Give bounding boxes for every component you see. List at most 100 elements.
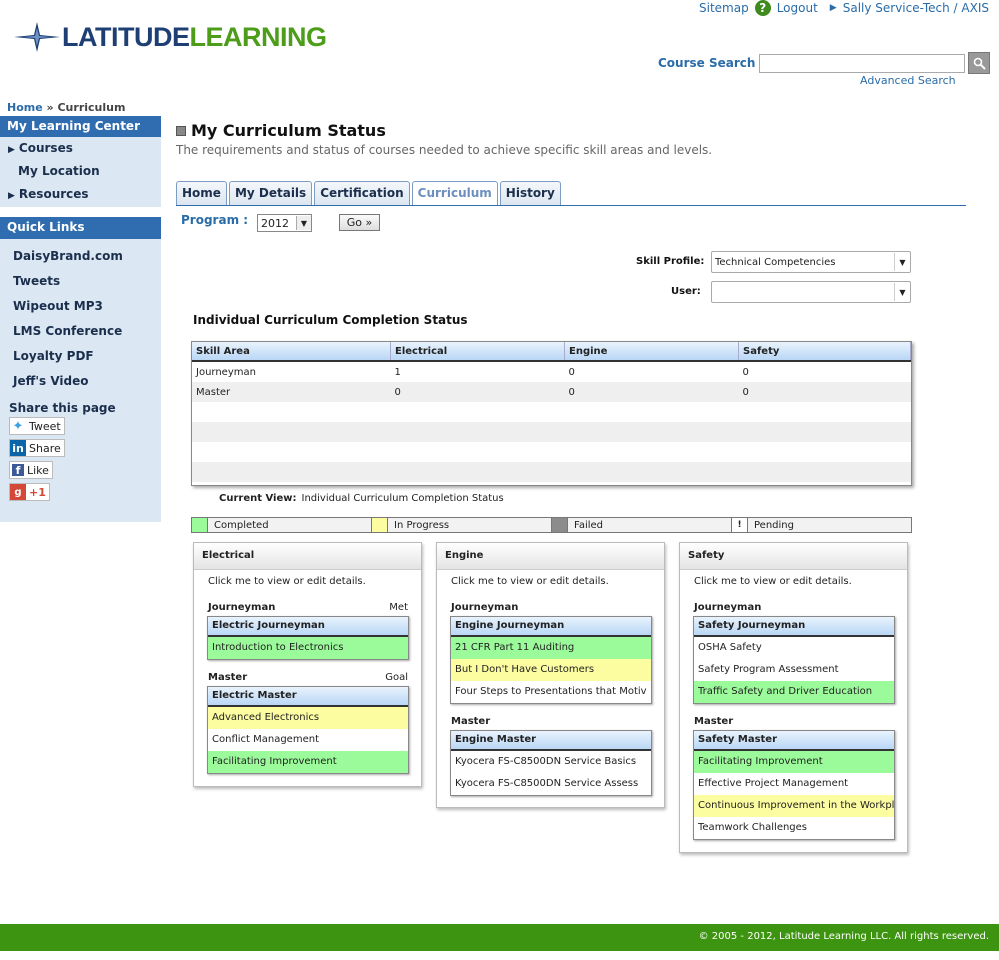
level-header: Journeyman [680, 602, 907, 614]
course-search: Course Search [658, 52, 991, 74]
grid-cell: 0 [742, 366, 749, 378]
tweet-label: Tweet [29, 419, 61, 433]
legend-item-in-progress: In Progress [372, 518, 552, 532]
tab-home[interactable]: Home [176, 181, 227, 205]
list-item[interactable]: 21 CFR Part 11 Auditing [451, 637, 651, 659]
list-item[interactable]: Teamwork Challenges [694, 817, 894, 839]
logo-text-latitude: LATITUDE [62, 21, 190, 52]
tab-my-details[interactable]: My Details [228, 181, 313, 205]
panel-title: Safety [680, 543, 907, 570]
quick-link-wipeout-mp3[interactable]: Wipeout MP3 [0, 294, 161, 319]
breadcrumb-home[interactable]: Home [7, 101, 43, 114]
legend-item-completed: Completed [192, 518, 372, 532]
level-status: Met [389, 602, 408, 613]
gplus-label: +1 [29, 485, 46, 499]
quick-link-lms-conference[interactable]: LMS Conference [0, 319, 161, 344]
sidebar-item-my-location[interactable]: My Location [0, 160, 161, 183]
list-item[interactable]: Conflict Management [208, 729, 408, 751]
list-item[interactable]: Four Steps to Presentations that Motiv [451, 681, 651, 703]
level-header: Master [437, 716, 664, 728]
skill-profile-select[interactable]: Technical Competencies ▼ [711, 251, 911, 273]
collapse-icon[interactable] [176, 125, 186, 136]
course-list-title: Electric Master [208, 687, 408, 707]
go-button[interactable]: Go » [339, 214, 380, 231]
current-view-value: Individual Curriculum Completion Status [301, 493, 504, 504]
legend-label: Completed [214, 519, 269, 531]
skill-profile-label: Skill Profile: [636, 256, 705, 267]
help-icon[interactable]: ? [754, 0, 771, 16]
sidebar-item-resources[interactable]: ▶ Resources [0, 183, 161, 206]
panel-safety[interactable]: Safety Click me to view or edit details.… [679, 542, 908, 853]
grid-column-header[interactable]: Engine [564, 342, 739, 362]
list-item[interactable]: Continuous Improvement in the Workpl [694, 795, 894, 817]
level-header: Master Goal [194, 672, 421, 684]
course-list-title: Engine Journeyman [451, 617, 651, 637]
list-item[interactable]: But I Don't Have Customers [451, 659, 651, 681]
grid-cell: 0 [738, 382, 911, 402]
advanced-search-link[interactable]: Advanced Search [860, 74, 956, 87]
panel-hint[interactable]: Click me to view or edit details. [680, 570, 907, 590]
facebook-like-button[interactable]: f Like [9, 461, 53, 479]
panel-hint[interactable]: Click me to view or edit details. [437, 570, 664, 590]
linkedin-share-button[interactable]: in Share [9, 439, 65, 457]
list-item[interactable]: OSHA Safety [694, 637, 894, 659]
level-name: Journeyman [451, 602, 519, 613]
level-header: Master [680, 716, 907, 728]
facebook-icon: f [12, 464, 24, 477]
user-link[interactable]: Sally Service-Tech / AXIS [843, 1, 989, 15]
grid-column-header[interactable]: Skill Area [192, 342, 391, 362]
current-view-label: Current View: [219, 493, 297, 504]
panel-electrical[interactable]: Electrical Click me to view or edit deta… [193, 542, 422, 787]
logo[interactable]: LATITUDE LEARNING [12, 20, 327, 54]
list-item[interactable]: Effective Project Management [694, 773, 894, 795]
quick-link-tweets[interactable]: Tweets [0, 269, 161, 294]
level-header: Journeyman Met [194, 602, 421, 614]
list-item[interactable]: Introduction to Electronics [208, 637, 408, 659]
google-plus-button[interactable]: g +1 [9, 483, 50, 501]
sitemap-link[interactable]: Sitemap [699, 1, 749, 15]
program-label: Program : [181, 213, 249, 227]
twitter-bird-icon: ✦ [12, 418, 24, 434]
grid-column-header[interactable]: Electrical [390, 342, 565, 362]
sidebar-item-label: Resources [18, 187, 89, 201]
tab-divider [176, 205, 966, 206]
chevron-down-icon: ▼ [894, 283, 910, 301]
linkedin-icon: in [10, 440, 26, 456]
quick-link-jeffs-video[interactable]: Jeff's Video [0, 369, 161, 394]
list-item[interactable]: Advanced Electronics [208, 707, 408, 729]
list-item[interactable]: Safety Program Assessment [694, 659, 894, 681]
chevron-down-icon: ▼ [296, 216, 311, 230]
logo-text-learning: LEARNING [189, 21, 327, 52]
quick-link-daisybrand[interactable]: DaisyBrand.com [0, 244, 161, 269]
tweet-button[interactable]: ✦ Tweet [9, 417, 65, 435]
grid-cell: 0 [390, 382, 565, 402]
grid-cell: Journeyman [196, 366, 256, 378]
google-plus-icon: g [10, 484, 26, 500]
tab-certification[interactable]: Certification [314, 181, 410, 205]
grid-column-header[interactable]: Safety [738, 342, 911, 362]
panel-engine[interactable]: Engine Click me to view or edit details.… [436, 542, 665, 808]
course-search-input[interactable] [759, 53, 966, 73]
course-list: Safety Journeyman OSHA Safety Safety Pro… [693, 616, 895, 704]
user-select[interactable]: ▼ [711, 281, 911, 303]
list-item[interactable]: Traffic Safety and Driver Education [694, 681, 894, 703]
list-item[interactable]: Kyocera FS-C8500DN Service Basics [451, 751, 651, 773]
my-learning-center-title[interactable]: My Learning Center [0, 116, 161, 137]
table-row[interactable]: Master 0 0 0 [192, 382, 911, 402]
program-select[interactable]: 2012 ▼ [257, 214, 312, 232]
sidebar-item-courses[interactable]: ▶ Courses [0, 137, 161, 160]
legend-label: Pending [754, 519, 794, 531]
tab-history[interactable]: History [499, 181, 561, 205]
quick-link-loyalty-pdf[interactable]: Loyalty PDF [0, 344, 161, 369]
my-learning-center-panel: My Learning Center ▶ Courses My Location … [0, 116, 161, 207]
tab-curriculum[interactable]: Curriculum [411, 181, 498, 205]
logout-link[interactable]: Logout [777, 1, 818, 15]
search-button[interactable] [968, 52, 991, 74]
panel-hint[interactable]: Click me to view or edit details. [194, 570, 421, 590]
list-item[interactable]: Facilitating Improvement [694, 751, 894, 773]
list-item[interactable]: Kyocera FS-C8500DN Service Assess [451, 773, 651, 795]
level-name: Journeyman [208, 602, 276, 613]
table-row[interactable]: Journeyman 1 0 0 [192, 361, 911, 382]
list-item[interactable]: Facilitating Improvement [208, 751, 408, 773]
sidebar-item-label: Courses [18, 141, 73, 155]
